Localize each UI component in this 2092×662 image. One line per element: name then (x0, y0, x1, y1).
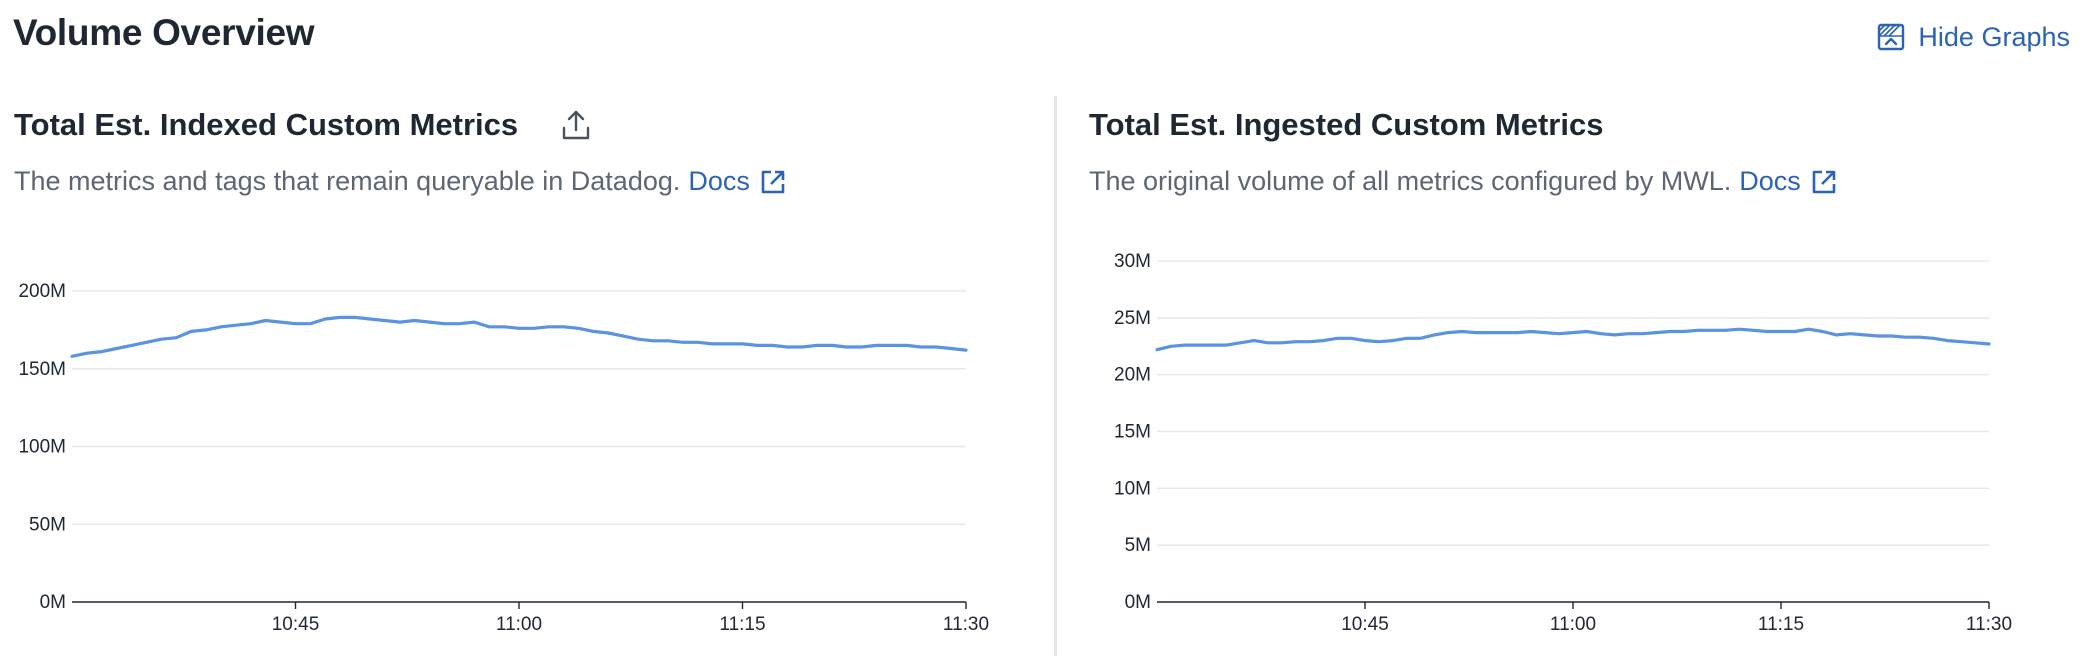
indexed-docs-link[interactable]: Docs (688, 166, 786, 197)
x-tick-label: 10:45 (272, 614, 320, 635)
y-tick-label: 25M (1114, 308, 1151, 329)
y-tick-label: 15M (1114, 422, 1151, 443)
ingested-docs-link[interactable]: Docs (1739, 166, 1837, 197)
ingested-metrics-panel: Total Est. Ingested Custom Metrics The o… (1089, 100, 2079, 197)
indexed-metrics-panel: Total Est. Indexed Custom Metrics The me… (14, 100, 1014, 197)
ingested-metrics-title: Total Est. Ingested Custom Metrics (1089, 107, 1604, 142)
y-tick-label: 30M (1114, 251, 1151, 272)
y-tick-label: 5M (1125, 535, 1151, 556)
y-tick-label: 20M (1114, 365, 1151, 386)
y-tick-label: 200M (18, 281, 66, 302)
x-tick-label: 11:00 (1550, 614, 1596, 635)
series-line (70, 315, 968, 358)
x-tick-label: 11:15 (719, 614, 765, 635)
y-tick-label: 50M (29, 514, 66, 535)
indexed-metrics-description: The metrics and tags that remain queryab… (14, 166, 681, 196)
y-tick-label: 100M (18, 437, 66, 458)
external-link-icon (761, 170, 785, 193)
y-tick-label: 0M (40, 592, 66, 613)
ingested-metrics-chart[interactable]: 0M 5M 10M 15M 20M 25M 30M 10:45 11:00 11:15 11:30 (1060, 230, 2080, 650)
page-title: Volume Overview (13, 12, 315, 53)
hide-graphs-button[interactable]: Hide Graphs (1876, 18, 2070, 56)
upload-export-icon (562, 110, 590, 140)
panel-divider (1054, 96, 1057, 656)
y-tick-label: 150M (18, 359, 66, 380)
indexed-metrics-title: Total Est. Indexed Custom Metrics (14, 107, 519, 142)
x-tick-label: 11:15 (1758, 614, 1804, 635)
series-line (1155, 327, 1991, 352)
x-tick-label: 11:30 (943, 614, 989, 635)
x-tick-label: 11:30 (1966, 614, 2012, 635)
y-tick-label: 0M (1125, 592, 1151, 613)
hide-graphs-label: Hide Graphs (1918, 21, 2070, 52)
x-tick-label: 11:00 (496, 614, 542, 635)
docs-link-label: Docs (688, 166, 750, 196)
ingested-metrics-description: The original volume of all metrics confi… (1089, 166, 1732, 196)
x-tick-label: 10:45 (1341, 614, 1389, 635)
docs-link-label: Docs (1739, 166, 1801, 196)
y-tick-label: 10M (1114, 478, 1151, 499)
indexed-metrics-chart[interactable]: 0M 50M 100M 150M 200M 10:45 11:00 11:15 11:30 (0, 230, 1010, 650)
external-link-icon (1812, 170, 1836, 193)
collapse-graphs-icon (1876, 22, 1906, 52)
export-button[interactable] (560, 108, 592, 142)
